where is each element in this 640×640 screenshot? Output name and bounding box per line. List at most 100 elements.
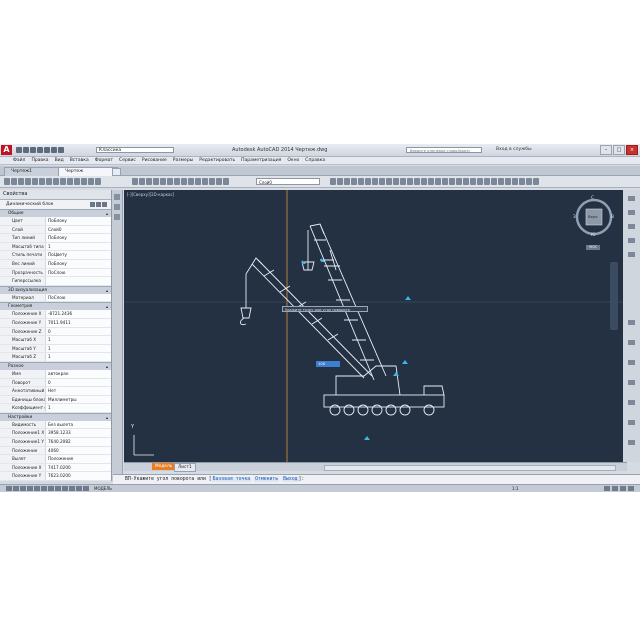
design-center-icon[interactable] (491, 178, 497, 185)
property-row[interactable]: Прозрачность ПоСлою (0, 268, 111, 278)
properties-section-header[interactable]: Геометрия (0, 302, 111, 311)
tool-icon[interactable] (628, 440, 635, 445)
properties-section-header[interactable]: Разное (0, 361, 111, 370)
tab-drawing[interactable]: Чертеж (58, 167, 118, 176)
tool-icon[interactable] (628, 340, 635, 345)
hatch-edit-icon[interactable] (428, 178, 434, 185)
layer-freeze-icon[interactable] (25, 178, 31, 185)
tool-icon[interactable] (628, 252, 635, 257)
save-icon[interactable] (30, 147, 36, 153)
erase-icon[interactable] (386, 178, 392, 185)
property-value[interactable]: 1 (46, 344, 111, 353)
property-value[interactable]: ПоСлою (46, 268, 111, 277)
stretch-icon[interactable] (393, 178, 399, 185)
qp-icon[interactable] (76, 486, 82, 491)
property-row[interactable]: Единицы блока Миллиметры (0, 395, 111, 405)
navigation-bar[interactable] (610, 262, 618, 330)
property-row[interactable]: Положение 4060 (0, 446, 111, 456)
layer-lock-icon[interactable] (32, 178, 38, 185)
menu-modify[interactable]: Редактировать (196, 157, 238, 164)
mirror-icon[interactable] (330, 178, 336, 185)
dimension-icon[interactable] (414, 178, 420, 185)
property-value[interactable]: 7623.0200 (46, 472, 111, 481)
property-value[interactable]: 1 (46, 336, 111, 344)
group-icon[interactable] (456, 178, 462, 185)
layer-prev-icon[interactable] (526, 178, 532, 185)
layer-on-icon[interactable] (18, 178, 24, 185)
lwt-icon[interactable] (62, 486, 68, 491)
compass-east[interactable]: В (611, 214, 614, 219)
tab-layout1[interactable]: Лист1 (174, 463, 196, 472)
property-row[interactable]: Положение X 7417.0200 (0, 463, 111, 473)
property-row[interactable]: Слой Слой0 (0, 225, 111, 235)
cmd-option-base-point[interactable]: Базовая точка (211, 477, 252, 482)
tab-model[interactable]: Модель (152, 463, 176, 470)
measure-icon[interactable] (477, 178, 483, 185)
match-properties-icon[interactable] (46, 178, 52, 185)
rectangle-icon[interactable] (160, 178, 166, 185)
sheet-set-icon[interactable] (505, 178, 511, 185)
menu-tools[interactable]: Сервис (116, 157, 139, 164)
snap-icon[interactable] (6, 486, 12, 491)
property-value[interactable]: автокран (46, 369, 111, 378)
toggle-pickadd-icon[interactable] (90, 202, 95, 207)
open-icon[interactable] (23, 147, 29, 153)
fillet-icon[interactable] (365, 178, 371, 185)
palette-close-icon[interactable] (114, 194, 120, 200)
tool-icon[interactable] (628, 210, 635, 215)
arc-icon[interactable] (153, 178, 159, 185)
property-value[interactable]: 1 (46, 353, 111, 361)
annotation-scale[interactable]: 1:1 (512, 486, 518, 491)
osnap-icon[interactable] (34, 486, 40, 491)
polyline-icon[interactable] (139, 178, 145, 185)
property-value[interactable]: 0 (46, 378, 111, 387)
model-space-toggle[interactable]: МОДЕЛЬ (94, 486, 112, 491)
property-value[interactable]: 1 (46, 242, 111, 251)
grid-icon[interactable] (13, 486, 19, 491)
leader-icon[interactable] (421, 178, 427, 185)
horizontal-scrollbar[interactable] (324, 465, 616, 471)
dynamic-input-field[interactable]: 100 (316, 361, 340, 367)
sign-in-link[interactable]: Вход в службы (496, 147, 532, 152)
property-row[interactable]: Материал ПоСлою (0, 293, 111, 303)
property-value[interactable]: ПоЦвету (46, 251, 111, 259)
property-row[interactable]: Положение Z0 (0, 327, 111, 337)
move-icon[interactable] (202, 178, 208, 185)
property-value[interactable]: ПоБлоку (46, 234, 111, 242)
ungroup-icon[interactable] (463, 178, 469, 185)
polar-icon[interactable] (27, 486, 33, 491)
property-row[interactable]: Положение1 Y 7640.2082 (0, 438, 111, 447)
property-row[interactable]: Масштаб X1 (0, 336, 111, 345)
line-icon[interactable] (132, 178, 138, 185)
quickcalc-icon[interactable] (519, 178, 525, 185)
property-row[interactable]: Масштаб типа линий1 (0, 242, 111, 252)
property-row[interactable]: Гиперссылка (0, 277, 111, 286)
selection-type[interactable]: Динамический блок (6, 202, 53, 207)
hatch-icon[interactable] (167, 178, 173, 185)
property-value[interactable]: Положение (46, 455, 111, 463)
attribute-icon[interactable] (449, 178, 455, 185)
property-value[interactable]: 3958.1233 (46, 429, 111, 438)
redo-icon[interactable] (58, 147, 64, 153)
property-row[interactable]: Имя автокран (0, 369, 111, 379)
property-row[interactable]: Вес линий ПоБлоку (0, 259, 111, 269)
text-edit-icon[interactable] (435, 178, 441, 185)
tool-icon[interactable] (628, 400, 635, 405)
undo-icon[interactable] (51, 147, 57, 153)
workspace-switch-icon[interactable] (604, 486, 610, 491)
clean-screen-icon[interactable] (628, 486, 634, 491)
palette-options-icon[interactable] (114, 214, 120, 220)
property-row[interactable]: Положение Y 7623.0200 (0, 472, 111, 481)
ortho-icon[interactable] (20, 486, 26, 491)
circle-icon[interactable] (146, 178, 152, 185)
tool-icon[interactable] (628, 196, 635, 201)
cmd-option-undo[interactable]: Отменить (254, 477, 280, 482)
tool-icon[interactable] (628, 238, 635, 243)
break-icon[interactable] (400, 178, 406, 185)
property-value[interactable]: 7011.9411 (46, 318, 111, 327)
property-row[interactable]: Положение X -8721.2436 (0, 310, 111, 319)
dynamic-grips[interactable] (302, 258, 411, 440)
property-row[interactable]: Стиль печати ПоЦвету (0, 251, 111, 260)
lock-ui-icon[interactable] (612, 486, 618, 491)
scale-icon[interactable] (223, 178, 229, 185)
